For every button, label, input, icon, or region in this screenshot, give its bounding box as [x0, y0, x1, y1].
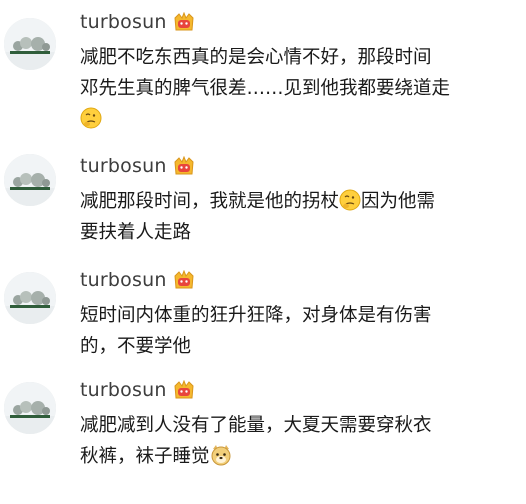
crown-badge-icon — [173, 379, 195, 400]
username[interactable]: turbosun — [80, 269, 167, 291]
thinking-face-emoji — [339, 189, 361, 211]
username[interactable]: turbosun — [80, 155, 167, 177]
avatar[interactable] — [4, 18, 56, 70]
comment-text-line: 减肥减到人没有了能量，大夏天需要穿秋衣 — [80, 415, 432, 436]
comment-text-segment: 减肥那段时间，我就是他的拐杖 — [80, 191, 340, 212]
crown-badge-icon — [173, 11, 195, 32]
comment-text-line: 短时间内体重的狂升狂降，对身体是有伤害 — [80, 305, 432, 326]
doge-emoji — [210, 444, 232, 466]
comment-text-line: 减肥不吃东西真的是会心情不好，那段时间 — [80, 47, 432, 68]
crown-badge-icon — [173, 269, 195, 290]
crown-badge-icon — [173, 155, 195, 176]
comment-text-segment: 秋裤，袜子睡觉 — [80, 446, 210, 467]
username[interactable]: turbosun — [80, 11, 167, 33]
avatar[interactable] — [4, 272, 56, 324]
avatar[interactable] — [4, 154, 56, 206]
comment-text-segment: 因为他需 — [361, 191, 436, 212]
comment-text-line: 邓先生真的脾气很差……见到他我都要绕道走 — [80, 78, 451, 99]
username[interactable]: turbosun — [80, 379, 167, 401]
avatar[interactable] — [4, 382, 56, 434]
comment-text-line: 要扶着人走路 — [80, 222, 192, 243]
thinking-face-emoji — [80, 107, 102, 129]
comment-text-line: 的，不要学他 — [80, 336, 192, 357]
